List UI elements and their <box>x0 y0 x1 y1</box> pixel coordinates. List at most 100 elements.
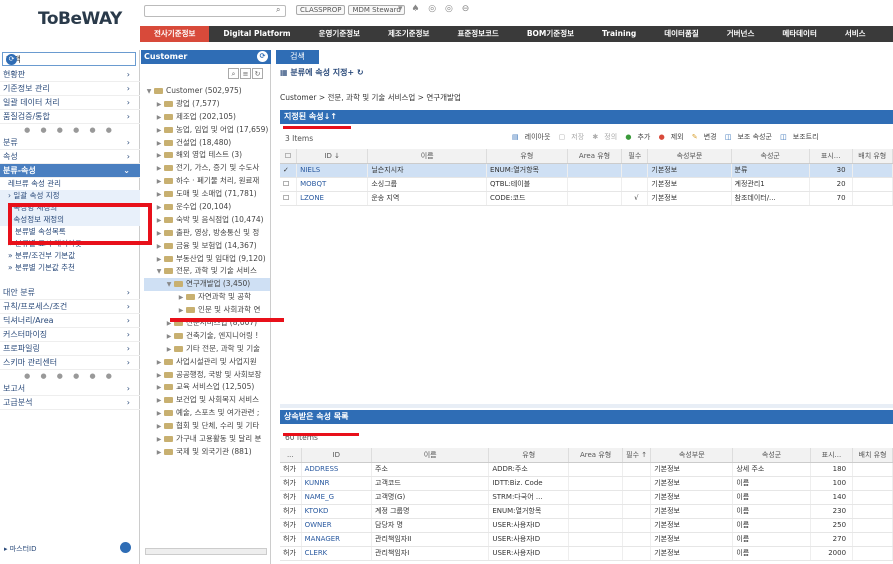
tab-search[interactable]: 검색 <box>276 50 319 64</box>
column-header[interactable]: ID ↓ <box>296 149 369 164</box>
tree-node[interactable]: ▶ 제조업 (202,105) <box>144 111 270 124</box>
tree-scrollbar[interactable] <box>145 548 267 555</box>
sidebar-item[interactable]: 딕셔너리/Area › <box>0 314 140 328</box>
sidebar-item[interactable]: 규칙/프로세스/조건 › <box>0 300 140 314</box>
nav-item[interactable]: 표준정보코드 <box>443 26 512 42</box>
column-header[interactable]: ID <box>301 448 373 463</box>
layout-button[interactable]: 레이아웃 <box>525 133 551 141</box>
table-row[interactable]: 허가 CLERK 관리책임자I USER:사용자ID 기본정보 이름 2000 <box>280 546 893 561</box>
table-row[interactable]: 허가 KUNNR 고객코드 IDTT:Biz. Code 기본정보 이름 100 <box>280 476 893 491</box>
tree-node[interactable]: ▶ 인문 및 사회과학 연 <box>144 304 270 317</box>
tree-node[interactable]: ▶ 건설업 (18,480) <box>144 137 270 150</box>
sidebar-sub-item[interactable]: » 분류별 기본값 추천 <box>0 262 140 274</box>
row-checkbox[interactable]: ☐ <box>280 191 298 206</box>
column-header[interactable]: 필수 ↑ <box>622 448 652 463</box>
tree-node[interactable]: ▶ 하수 · 폐기물 처리, 원료재 <box>144 175 270 188</box>
domain-select[interactable]: 고객 ▾ ⟳ <box>2 52 136 66</box>
search-icon[interactable]: ⌕ <box>276 5 280 15</box>
sidebar-item[interactable]: 분류-속성 ⌄ <box>0 164 140 178</box>
nav-item[interactable]: 데이터품질 <box>650 26 713 42</box>
table-row[interactable]: ✓ NIELS 닐슨지시자 ENUM:열거항목 기본정보 분류 30 <box>280 163 893 178</box>
list-icon[interactable]: ≡ <box>240 68 251 79</box>
table-row[interactable]: 허가 ADDRESS 주소 ADDR:주소 기본정보 상세 주소 180 <box>280 462 893 477</box>
tree-node[interactable]: ▶ 해외 영업 테스트 (3) <box>144 149 270 162</box>
cell-id[interactable]: CLERK <box>301 546 373 561</box>
nav-item[interactable]: 제조기준정보 <box>374 26 443 42</box>
column-header[interactable]: 표시... <box>810 448 854 463</box>
cell-id[interactable]: ADDRESS <box>301 462 373 477</box>
column-header[interactable]: 필수 <box>621 149 649 164</box>
sidebar-sub-item[interactable]: › 일괄 속성 지정 <box>0 190 140 202</box>
sidebar-item[interactable]: 속성 › <box>0 150 140 164</box>
tree-node[interactable]: ▶ 공공행정, 국방 및 사회보장 <box>144 369 270 382</box>
tree-node[interactable]: ▶ 국제 및 외국기관 (881) <box>144 446 270 459</box>
nav-item[interactable]: 운영기준정보 <box>305 26 374 42</box>
table-row[interactable]: 허가 KTOKD 계정 그룹명 ENUM:열거항목 기본정보 이름 230 <box>280 504 893 519</box>
sidebar-sub-item[interactable]: 레브류 속성 관리 <box>0 178 140 190</box>
sub-tree-button[interactable]: 보조트리 <box>793 133 819 141</box>
tree-node[interactable]: ▶ 숙박 및 음식점업 (10,474) <box>144 214 270 227</box>
tree-node[interactable]: ▶ 협회 및 단체, 수리 및 기타 <box>144 420 270 433</box>
nav-item[interactable]: Training <box>588 26 650 42</box>
sidebar-item[interactable]: 품질검증/통합 › <box>0 110 140 124</box>
search-icon[interactable]: ⌕ <box>228 68 239 79</box>
gear-icon[interactable]: ⟳ <box>6 54 17 65</box>
tree-node[interactable]: ▶ 도매 및 소매업 (71,781) <box>144 188 270 201</box>
sidebar-item[interactable]: 고급분석 › <box>0 396 140 410</box>
table-row[interactable]: ☐ LZONE 운송 지역 CODE:코드 √ 기본정보 참조데이터/... 70 <box>280 191 893 206</box>
table-row[interactable]: 허가 MANAGER 관리책임자II USER:사용자ID 기본정보 이름 270 <box>280 532 893 547</box>
tree-node[interactable]: ▼ 전문, 과학 및 기술 서비스 <box>144 265 270 278</box>
column-header[interactable]: ... <box>280 448 302 463</box>
sidebar-item[interactable]: 스키마 관리센터 › <box>0 356 140 370</box>
column-header[interactable]: 배치 유형 <box>852 448 893 463</box>
sidebar-item[interactable]: 커스터마이징 › <box>0 328 140 342</box>
tree-node[interactable]: ▶ 농업, 임업 및 어업 (17,659) <box>144 124 270 137</box>
tree-node[interactable]: ▼ 연구개발업 (3,450) <box>144 278 270 292</box>
sidebar-item[interactable]: 기준정보 관리 › <box>0 82 140 96</box>
column-header[interactable]: 유형 <box>488 448 570 463</box>
cell-id[interactable]: MOBQT <box>296 177 369 192</box>
remove-button[interactable]: 제외 <box>671 133 684 141</box>
cell-id[interactable]: MANAGER <box>301 532 373 547</box>
chevron-down-icon[interactable]: ▾ <box>6 54 123 62</box>
nav-item[interactable]: BOM기준정보 <box>513 26 588 42</box>
tree-node[interactable]: ▶ 출판, 영상, 방송통신 및 정 <box>144 227 270 240</box>
column-header[interactable]: 유형 <box>486 149 568 164</box>
tree-node[interactable]: ▶ 기타 전문, 과학 및 기술 <box>144 343 270 356</box>
expand-icon[interactable]: ▶ <box>154 447 164 459</box>
tree-node[interactable]: ▶ 운수업 (20,104) <box>144 201 270 214</box>
tree-node[interactable]: ▶ 사업시설관리 및 사업지원 <box>144 356 270 369</box>
column-header[interactable]: 속성군 <box>732 448 811 463</box>
role-chip[interactable]: MDM Steward <box>348 5 405 15</box>
app-logo[interactable]: ToBeWAY <box>38 9 122 29</box>
nav-item[interactable]: 메타데이터 <box>768 26 831 42</box>
nav-item[interactable]: 전사기준정보 <box>140 26 210 42</box>
sub-group-button[interactable]: 보조 속성군 <box>737 133 771 141</box>
save-button[interactable]: 저장 <box>571 133 584 141</box>
column-header[interactable]: 이름 <box>371 448 490 463</box>
column-header[interactable]: 속성군 <box>731 149 810 164</box>
change-button[interactable]: 변경 <box>704 133 717 141</box>
nav-item[interactable]: 거버넌스 <box>713 26 769 42</box>
sidebar-item[interactable]: 프로파일링 › <box>0 342 140 356</box>
cell-id[interactable]: KUNNR <box>301 476 373 491</box>
class-chip[interactable]: CLASSPROP <box>296 5 346 15</box>
column-header[interactable]: Area 유형 <box>568 448 624 463</box>
sidebar-item[interactable]: 대안 분류 › <box>0 286 140 300</box>
cell-id[interactable]: NIELS <box>296 163 369 178</box>
tree-node[interactable]: ▶ 보건업 및 사회복지 서비스 <box>144 394 270 407</box>
tree-node[interactable]: ▶ 자연과학 및 공학 <box>144 291 270 304</box>
refresh-icon[interactable]: ↻ <box>252 68 263 79</box>
tree-node[interactable]: ▶ 금융 및 보험업 (14,367) <box>144 240 270 253</box>
row-checkbox[interactable]: ☐ <box>280 177 298 192</box>
top-icons[interactable]: ▾ ♠ ◎ ◎ ⊖ <box>398 4 472 14</box>
sidebar-item[interactable]: 보고서 › <box>0 382 140 396</box>
define-button[interactable]: 정의 <box>604 133 617 141</box>
global-search-input[interactable] <box>144 5 286 17</box>
cell-id[interactable]: NAME_G <box>301 490 373 505</box>
tree-node[interactable]: ▶ 교육 서비스업 (12,505) <box>144 381 270 394</box>
cell-id[interactable]: OWNER <box>301 518 373 533</box>
column-header[interactable]: Area 유형 <box>567 149 623 164</box>
sidebar-item[interactable]: 현황판 › <box>0 68 140 82</box>
row-checkbox[interactable]: ✓ <box>280 163 298 178</box>
